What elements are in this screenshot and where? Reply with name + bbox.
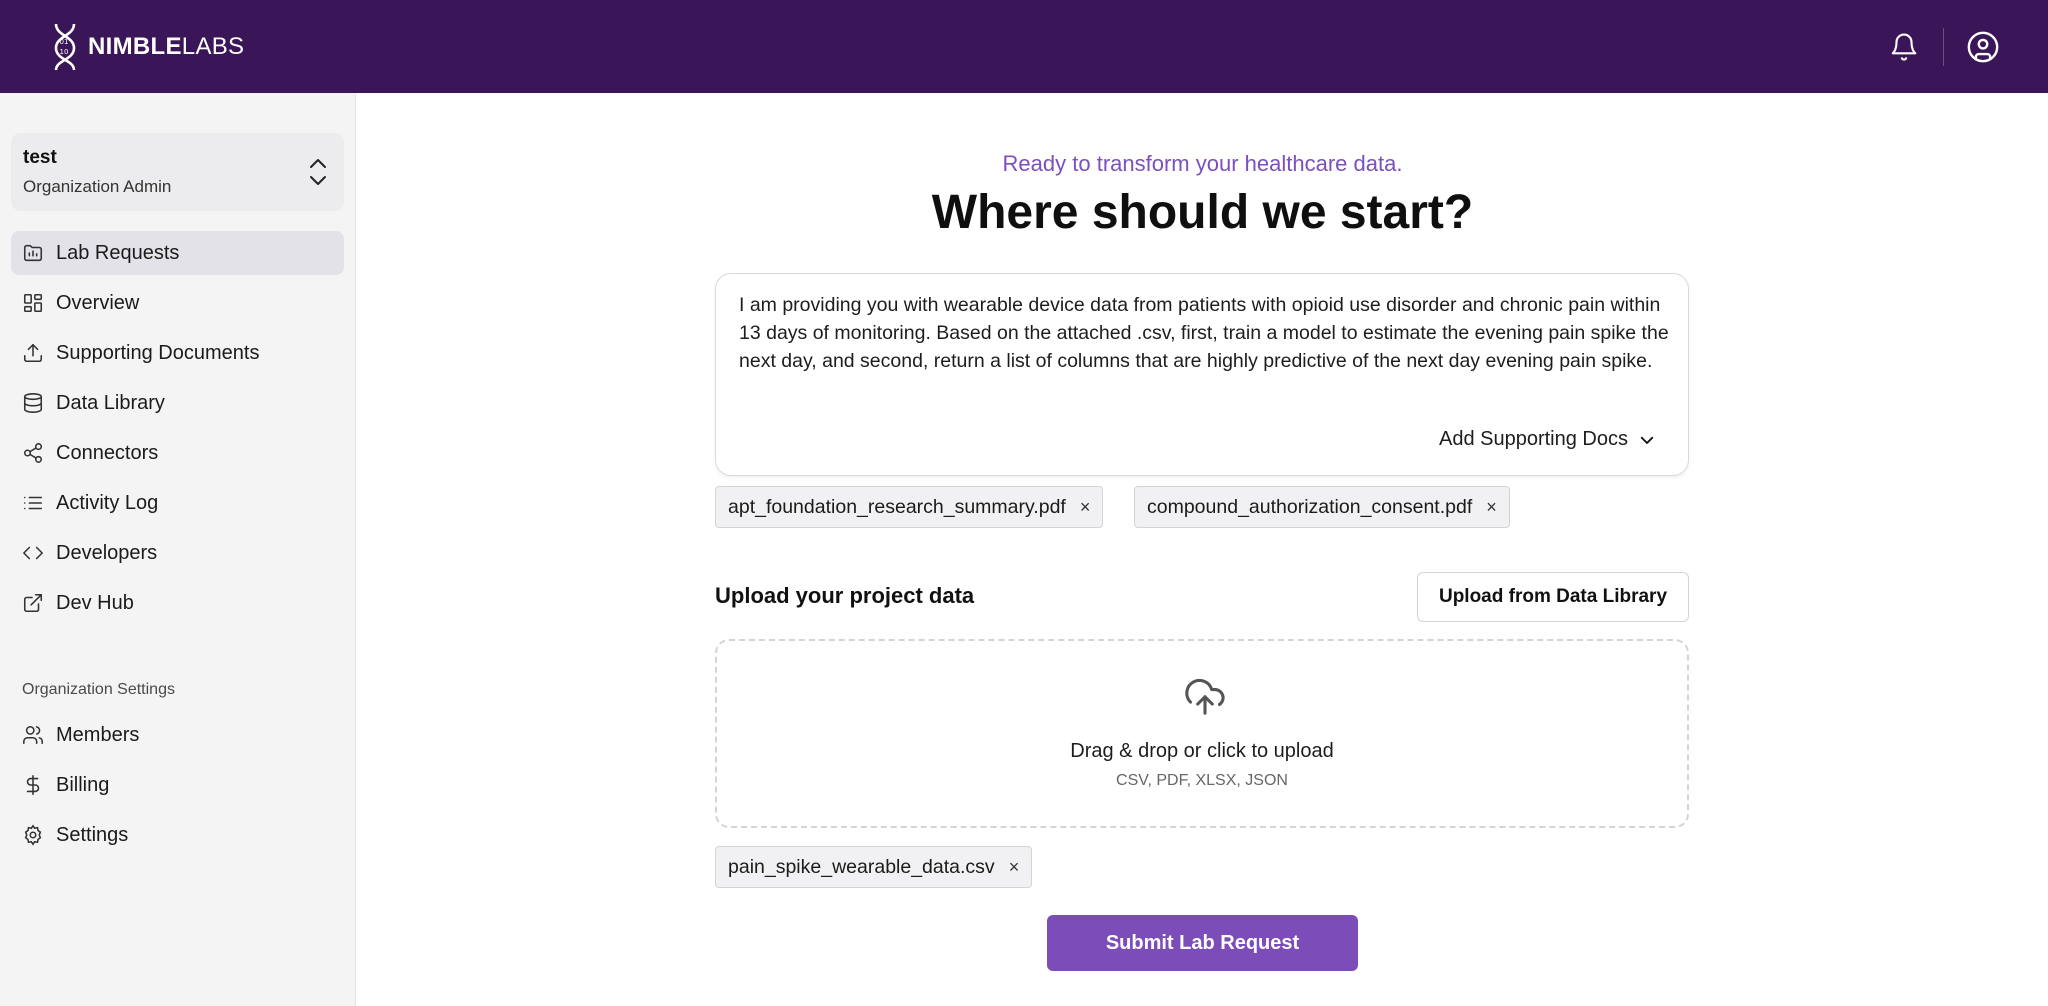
brand-name: NIMBLELABS [88,33,244,61]
sidebar: test Organization Admin Lab Requests Ove… [0,93,356,1006]
supporting-doc-chip: apt_foundation_research_summary.pdf × [715,486,1104,528]
sidebar-item-overview[interactable]: Overview [11,281,344,325]
sidebar-item-label: Settings [56,823,129,846]
file-dropzone[interactable]: Drag & drop or click to upload CSV, PDF,… [715,639,1689,828]
brand-name-bold: NIMBLE [88,32,182,60]
svg-text:10: 10 [60,48,69,56]
sidebar-item-label: Billing [56,773,110,796]
sidebar-item-activity-log[interactable]: Activity Log [11,481,344,525]
org-switcher[interactable]: test Organization Admin [11,133,344,211]
dropzone-instruction: Drag & drop or click to upload [1070,740,1334,762]
sidebar-item-developers[interactable]: Developers [11,531,344,575]
main-content: Ready to transform your healthcare data.… [357,93,2048,1006]
chip-label: pain_spike_wearable_data.csv [728,855,995,878]
list-icon [23,496,43,510]
sidebar-item-label: Developers [56,541,158,564]
top-bar: 01 10 NIMBLELABS [0,0,2048,93]
dna-logo-icon: 01 10 [54,23,76,70]
top-actions [1879,22,2008,72]
brand-name-light: LABS [181,32,245,60]
add-supporting-docs-label: Add Supporting Docs [1438,428,1628,450]
sidebar-item-connectors[interactable]: Connectors [11,431,344,475]
submit-lab-request-button[interactable]: Submit Lab Request [1047,915,1358,971]
sidebar-item-label: Dev Hub [56,591,134,614]
data-file-chip: pain_spike_wearable_data.csv × [715,846,1033,888]
chevrons-up-down-icon [310,159,326,185]
svg-text:01: 01 [60,38,69,46]
sidebar-item-label: Data Library [56,391,165,414]
upload-icon [23,343,43,363]
supporting-doc-chip: compound_authorization_consent.pdf × [1134,486,1510,528]
sidebar-item-label: Supporting Documents [56,341,260,364]
header-divider [1943,27,1944,66]
chip-label: apt_foundation_research_summary.pdf [728,495,1066,518]
brand-logo[interactable]: 01 10 NIMBLELABS [48,22,244,72]
users-icon [23,725,43,745]
bell-icon [1891,33,1917,61]
org-role: Organization Admin [23,177,172,196]
upload-from-library-button[interactable]: Upload from Data Library [1417,572,1689,622]
user-circle-icon [1967,31,1999,62]
sidebar-item-members[interactable]: Members [11,713,344,757]
sidebar-item-label: Connectors [56,441,159,464]
dollar-icon [26,775,40,795]
page-title: Where should we start? [931,186,1474,239]
remove-chip-button[interactable]: × [1486,497,1497,518]
dropzone-formats: CSV, PDF, XLSX, JSON [1116,772,1288,789]
sidebar-item-settings[interactable]: Settings [11,813,344,857]
notifications-button[interactable] [1879,22,1929,72]
page-kicker: Ready to transform your healthcare data. [1002,151,1403,176]
sidebar-item-label: Activity Log [56,491,159,514]
folder-icon [23,244,43,262]
sidebar-item-data-library[interactable]: Data Library [11,381,344,425]
prompt-textarea[interactable]: I am providing you with wearable device … [715,273,1689,476]
external-link-icon [23,593,43,613]
account-button[interactable] [1958,22,2008,72]
cloud-upload-icon [1185,678,1225,715]
sidebar-item-billing[interactable]: Billing [11,763,344,807]
grid-icon [23,293,43,313]
chip-label: compound_authorization_consent.pdf [1147,495,1473,518]
sidebar-item-lab-requests[interactable]: Lab Requests [11,231,344,275]
database-icon [23,393,43,413]
sidebar-item-label: Overview [56,291,140,314]
remove-chip-button[interactable]: × [1080,497,1091,518]
gear-icon [24,824,42,846]
sidebar-item-supporting-documents[interactable]: Supporting Documents [11,331,344,375]
prompt-text[interactable]: I am providing you with wearable device … [739,291,1669,375]
sidebar-item-label: Members [56,723,140,746]
sidebar-item-label: Lab Requests [56,241,180,264]
org-settings-heading: Organization Settings [22,681,175,698]
sidebar-item-dev-hub[interactable]: Dev Hub [11,581,344,625]
upload-section-title: Upload your project data [715,583,975,608]
org-name: test [23,147,57,168]
remove-chip-button[interactable]: × [1009,857,1020,878]
share-icon [23,443,43,463]
chevron-down-icon [1640,436,1654,444]
add-supporting-docs-button[interactable]: Add Supporting Docs [1439,428,1656,451]
code-icon [23,546,43,560]
